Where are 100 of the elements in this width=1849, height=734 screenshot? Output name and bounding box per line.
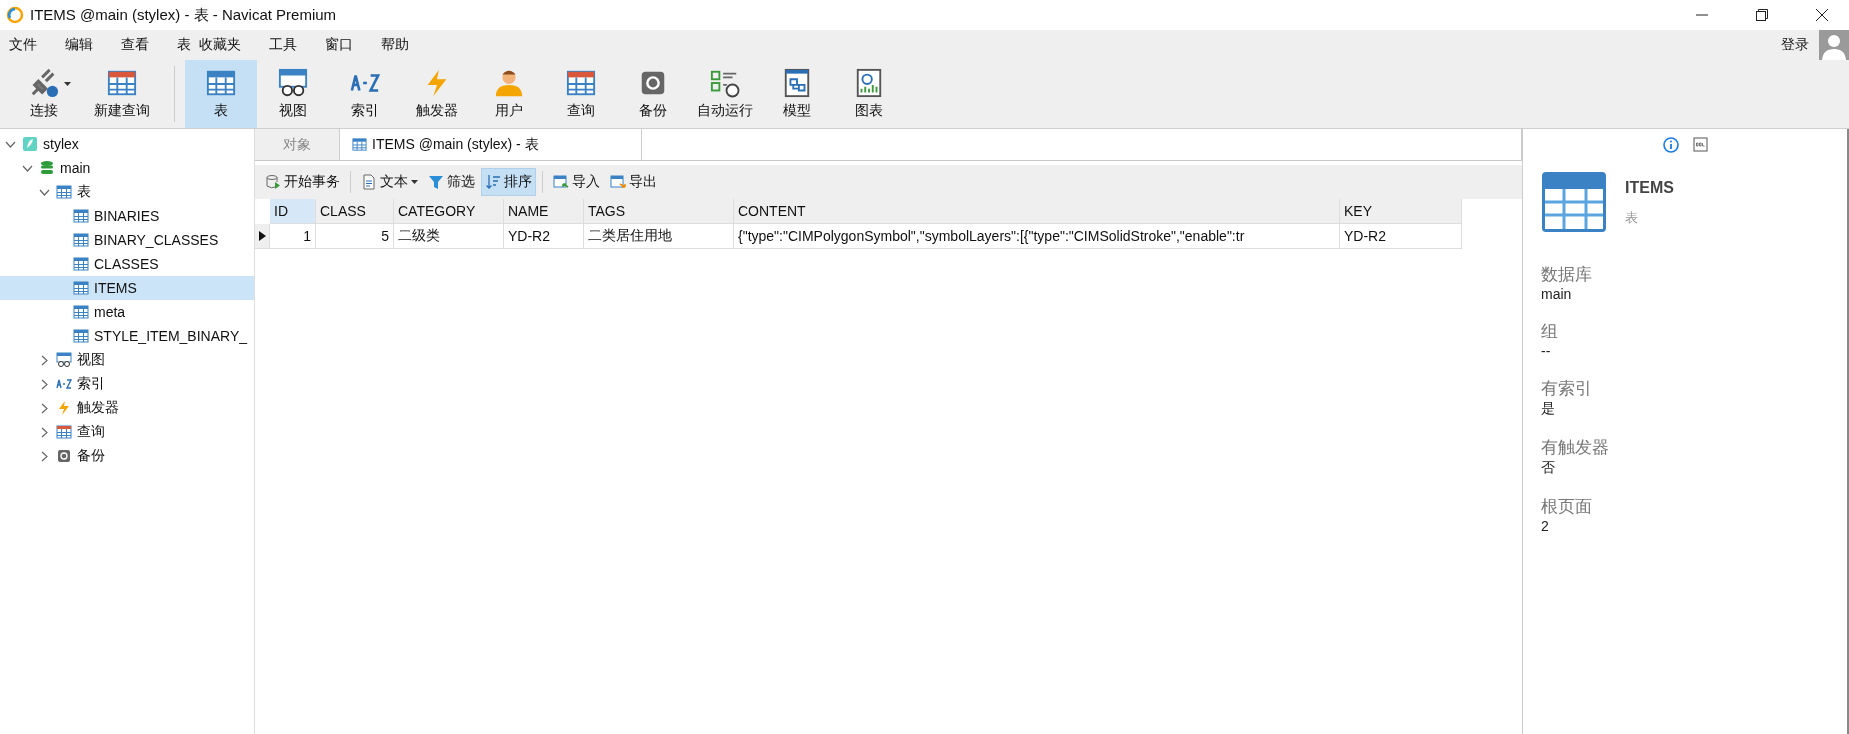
login-link[interactable]: 登录 (1781, 36, 1809, 54)
restore-icon[interactable] (1755, 8, 1769, 22)
app-logo-icon (6, 6, 24, 24)
table-icon (73, 256, 89, 272)
column-header[interactable]: TAGS (584, 199, 734, 224)
table-icon (73, 280, 89, 296)
tree-item[interactable]: 视图 (0, 348, 254, 372)
object-type: 表 (1625, 209, 1639, 227)
column-header[interactable]: NAME (504, 199, 584, 224)
toolbar-icon (29, 68, 59, 98)
tree-item[interactable]: meta (0, 300, 254, 324)
tree-item[interactable]: ITEMS (0, 276, 254, 300)
table-cell[interactable]: YD-R2 (504, 224, 584, 249)
toolbar-button[interactable]: 导入 (549, 168, 604, 196)
toolbar-button[interactable]: 排序 (481, 168, 536, 196)
table-icon (73, 232, 89, 248)
menu-item[interactable]: 窗口 (325, 36, 353, 54)
backup-icon (56, 448, 72, 464)
tree-item[interactable]: stylex (0, 132, 254, 156)
column-header[interactable]: CATEGORY (394, 199, 504, 224)
tab[interactable]: ITEMS @main (stylex) - 表 (340, 129, 643, 160)
tree-item[interactable]: 索引 (0, 372, 254, 396)
property-label: 组 (1541, 321, 1559, 343)
property-value: 是 (1541, 400, 1556, 418)
table-cell[interactable]: 二级类 (394, 224, 504, 249)
import-icon (553, 174, 569, 190)
property-value: 否 (1541, 459, 1556, 477)
menu-item[interactable]: 编辑 (65, 36, 93, 54)
table-icon (1541, 171, 1607, 233)
toolbar-button[interactable]: 筛选 (424, 168, 479, 196)
toolbar-button[interactable]: 备份 (617, 60, 689, 128)
column-header[interactable]: KEY (1340, 199, 1462, 224)
tree-item[interactable]: CLASSES (0, 252, 254, 276)
tree-item[interactable]: BINARIES (0, 204, 254, 228)
ddl-icon[interactable] (1692, 137, 1708, 152)
toolbar-button[interactable]: 查询 (545, 60, 617, 128)
toolbar-icon (206, 68, 236, 98)
toolbar-icon (566, 68, 596, 98)
toolbar-button[interactable]: 导出 (606, 168, 661, 196)
toolbar-button[interactable]: 新建查询 (80, 60, 164, 128)
row-marker[interactable] (255, 224, 270, 249)
menu-item[interactable]: 收藏夹 (199, 36, 241, 54)
tree-item[interactable]: 触发器 (0, 396, 254, 420)
caret-icon (411, 179, 418, 185)
tree-item[interactable]: BINARY_CLASSES (0, 228, 254, 252)
property-value: -- (1541, 343, 1552, 359)
trigger-icon (56, 400, 72, 416)
toolbar-button[interactable]: 开始事务 (261, 168, 344, 196)
toolbar-button[interactable]: 连接 (8, 60, 80, 128)
toolbar-button[interactable]: 触发器 (401, 60, 473, 128)
transaction-icon (265, 174, 281, 190)
current-row-icon (258, 231, 266, 241)
table-cell[interactable]: {"type":"CIMPolygonSymbol","symbolLayers":[{"type":"CIMSolidStroke","enable":tr (734, 224, 1340, 249)
view-icon (56, 352, 72, 368)
property-label: 数据库 (1541, 264, 1593, 286)
toolbar-button[interactable]: 表 (185, 60, 257, 128)
column-header[interactable]: CONTENT (734, 199, 1340, 224)
property-value: 2 (1541, 518, 1550, 534)
toolbar-button[interactable]: 索引 (329, 60, 401, 128)
column-header[interactable]: CLASS (316, 199, 394, 224)
export-icon (610, 174, 626, 190)
toolbar-button[interactable]: 模型 (761, 60, 833, 128)
toolbar-button[interactable]: 文本 (357, 168, 422, 196)
tree-item[interactable]: STYLE_ITEM_BINARY_ (0, 324, 254, 348)
property-value: main (1541, 286, 1573, 302)
menu-item[interactable]: 查看 (121, 36, 149, 54)
tree-item[interactable]: 查询 (0, 420, 254, 444)
query-icon (56, 424, 72, 440)
window-title: ITEMS @main (stylex) - 表 - Navicat Premium (30, 5, 337, 25)
table-icon (73, 208, 89, 224)
tree-item[interactable]: 表 (0, 180, 254, 204)
toolbar-button[interactable]: 图表 (833, 60, 905, 128)
toolbar-button[interactable]: 视图 (257, 60, 329, 128)
menu-item[interactable]: 工具 (269, 36, 297, 54)
sort-icon (485, 174, 501, 190)
caret-icon (64, 82, 71, 87)
info-icon[interactable] (1662, 137, 1679, 153)
table-icon (73, 328, 89, 344)
toolbar-icon (782, 68, 812, 98)
avatar-icon[interactable] (1819, 30, 1849, 60)
tree-item[interactable]: 备份 (0, 444, 254, 468)
toolbar-icon (494, 68, 524, 98)
object-name: ITEMS (1625, 179, 1674, 197)
menu-item[interactable]: 文件 (9, 36, 37, 54)
toolbar-icon (107, 68, 137, 98)
table-cell[interactable]: 1 (270, 224, 316, 249)
tree-item[interactable]: main (0, 156, 254, 180)
table-cell[interactable]: 二类居住用地 (584, 224, 734, 249)
toolbar-button[interactable]: 自动运行 (689, 60, 761, 128)
property-label: 有索引 (1541, 378, 1593, 400)
index-icon (56, 376, 72, 392)
column-header[interactable]: ID (270, 199, 316, 224)
menu-item[interactable]: 表 (177, 36, 191, 54)
close-icon[interactable] (1815, 8, 1829, 22)
text-icon (361, 174, 377, 190)
table-cell[interactable]: 5 (316, 224, 394, 249)
table-cell[interactable]: YD-R2 (1340, 224, 1462, 249)
menu-item[interactable]: 帮助 (381, 36, 409, 54)
database-icon (39, 160, 55, 176)
toolbar-button[interactable]: 用户 (473, 60, 545, 128)
